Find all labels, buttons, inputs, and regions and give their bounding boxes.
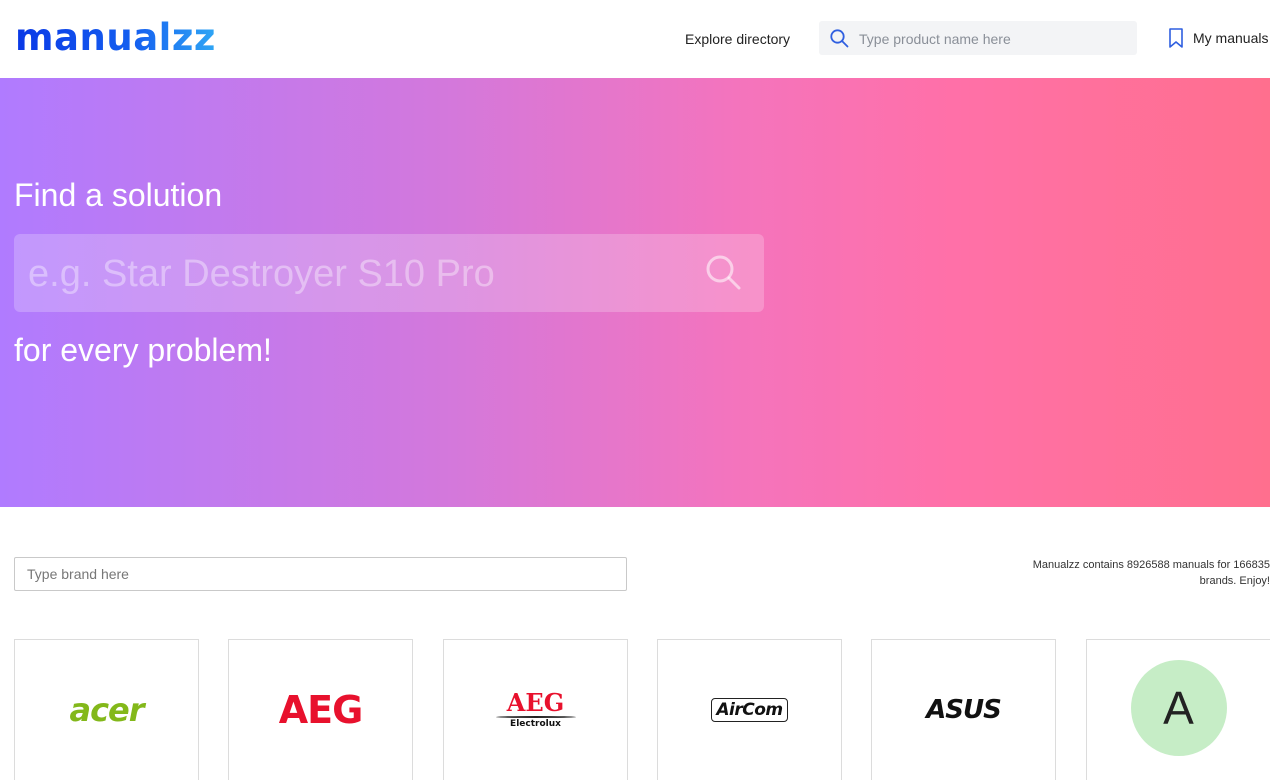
hero-subtitle: for every problem! [14,332,272,368]
brand-card-acer[interactable]: acer [14,639,199,780]
my-manuals-label: My manuals [1193,30,1269,46]
hero-search-input[interactable] [26,234,680,314]
bookmark-icon [1169,28,1183,48]
logo-underline [495,715,576,718]
aircom-logo: AirCom [711,698,788,722]
manualzz-logo[interactable]: manualzz [15,14,216,62]
hero-search-box[interactable] [14,234,764,314]
header-search-box[interactable] [819,21,1137,57]
aeg-logo: AEG [278,688,364,732]
acer-logo: acer [69,691,144,729]
brand-card-aeg[interactable]: AEG [228,639,413,780]
aeg-electrolux-logo: AEG Electrolux [495,687,576,730]
brand-card-asus[interactable]: ASUS [871,639,1056,780]
explore-directory-link[interactable]: Explore directory [685,30,790,48]
my-manuals-link[interactable]: My manuals [1167,27,1268,49]
search-icon [830,29,849,48]
aeg-electrolux-logo-main: AEG [506,687,565,717]
product-search-input[interactable] [857,21,1131,57]
hero-banner: Find a solution for every problem! [0,78,1270,507]
asus-logo: ASUS [926,695,1002,725]
site-header: manualzz Explore directory My manuals [0,0,1270,78]
hero-title: Find a solution [14,177,223,213]
brand-filter-box[interactable] [14,557,627,591]
brand-filter-input[interactable] [15,558,617,590]
search-icon[interactable] [703,252,743,292]
aircom-logo-text: AirCom [716,700,783,720]
brand-letter-avatar: A [1130,660,1227,756]
brand-card-aircom[interactable]: AirCom [657,639,842,780]
brand-card-aeg-electrolux[interactable]: AEG Electrolux [443,639,628,780]
manual-stats-text: Manualzz contains 8926588 manuals for 16… [1032,559,1270,587]
aeg-electrolux-logo-sub: Electrolux [510,718,561,729]
brand-card-a[interactable]: A [1086,639,1270,780]
